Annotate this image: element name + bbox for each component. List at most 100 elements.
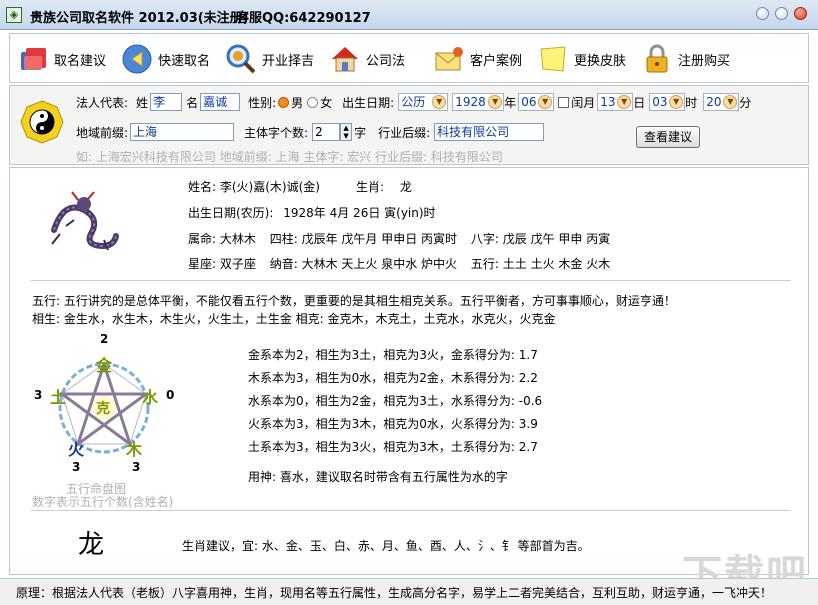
form-row-2: 地域前缀: 上海 主体字个数: 2 ▲ ▼ 字 行业后缀: 科技有限公司 <box>76 122 545 142</box>
results-panel: 姓名: 李(火)嘉(木)诚(金) 生肖: 龙 出生日期(农历): 1928年 4… <box>9 167 809 575</box>
wuxing-value: 土土 土火 木金 火木 <box>502 257 611 271</box>
calendar-value: 公历 <box>401 95 426 109</box>
form-row-1: 法人代表: 姓 李 名 嘉诚 性别: 男 女 出生日期: 公历 ▼ 1928 ▼ 年… <box>76 92 751 112</box>
toolbar-client-cases[interactable]: 客户案例 <box>434 44 522 74</box>
zodiac-advice-text: 生肖建议，宜: 水、金、玉、白、赤、月、鱼、酉、人、氵、钅 等部首为吉。 <box>182 539 590 553</box>
element-metal: 金 <box>96 356 113 375</box>
zodiac-value: 龙 <box>399 180 412 194</box>
day-select[interactable]: 13 ▼ <box>597 93 634 111</box>
profile-row-4: 星座: 双子座 纳音: 大林木 天上火 泉中水 炉中火 五行: 土土 土火 木金… <box>188 255 610 272</box>
chevron-down-icon: ▼ <box>432 95 447 109</box>
yongshen-text: 用神: 喜水，建议取名时带含有五行属性为水的字 <box>248 470 508 484</box>
element-wood: 木 <box>126 440 143 459</box>
female-radio[interactable] <box>307 96 319 108</box>
element-earth: 土 <box>50 388 67 407</box>
surname-label: 姓 <box>136 95 149 110</box>
given-name-input[interactable]: 嘉诚 <box>200 93 241 111</box>
toolbar-label: 客户案例 <box>470 53 523 69</box>
toolbar-opening-date[interactable]: 开业择吉 <box>226 44 314 74</box>
minimize-button[interactable] <box>756 7 769 20</box>
toolbar-register[interactable]: 注册购买 <box>642 44 730 74</box>
surname-input[interactable]: 李 <box>150 93 183 111</box>
calendar-select[interactable]: 公历 ▼ <box>398 93 449 111</box>
subject-count-input[interactable]: 2 <box>312 123 341 141</box>
star-sign-value: 双子座 <box>219 257 256 271</box>
leap-month-label: 闰月 <box>571 95 596 110</box>
month-select[interactable]: 06 ▼ <box>518 93 555 111</box>
divider <box>31 510 791 511</box>
maximize-button[interactable] <box>775 7 788 20</box>
folder-icon <box>18 44 48 74</box>
profile-row-3: 属命: 大林木 四柱: 戊辰年 戊午月 甲申日 丙寅时 八字: 戊辰 戊午 甲申… <box>188 230 610 247</box>
industry-input[interactable]: 科技有限公司 <box>434 123 545 141</box>
input-form: 法人代表: 姓 李 名 嘉诚 性别: 男 女 出生日期: 公历 ▼ 1928 ▼ 年… <box>9 85 809 165</box>
profile-zodiac: 生肖: 龙 <box>356 178 412 195</box>
chevron-down-icon: ▼ <box>488 95 503 109</box>
toolbar-quick-name[interactable]: 快速取名 <box>122 44 210 74</box>
element-water: 水 <box>142 388 159 407</box>
nayin-label: 纳音: <box>269 257 298 271</box>
house-icon <box>330 44 360 74</box>
zodiac-label: 生肖: <box>356 180 385 194</box>
service-qq: 客服QQ:642290127 <box>236 11 371 26</box>
score-fire: 火系本为3，相生为3木，相克为0水，火系得分为: 3.9 <box>248 417 538 431</box>
leap-month-checkbox[interactable] <box>558 96 570 108</box>
toolbar-label: 注册购买 <box>678 53 731 69</box>
day-value: 13 <box>600 95 616 109</box>
fate-label: 属命: <box>188 232 217 246</box>
chevron-down-icon: ▼ <box>617 95 632 109</box>
bazi-label: 八字: <box>470 232 499 246</box>
status-text: 原理：根据法人代表（老板）八字喜用神，生肖，现用名等五行属性，生成高分名字，易学… <box>16 586 773 600</box>
count-earth: 3 <box>34 388 43 402</box>
nayin-value: 大林木 天上火 泉中水 炉中火 <box>301 257 458 271</box>
gender-label: 性别: <box>248 95 277 110</box>
toolbar-label: 更换皮肤 <box>574 53 627 69</box>
zodiac-big-char: 龙 <box>78 530 105 560</box>
toolbar-company-law[interactable]: 公司法 <box>330 44 405 74</box>
wuxing-intro: 五行: 五行讲究的是总体平衡，不能仅看五行个数，更重要的是其相生相克关系。五行平… <box>32 294 676 308</box>
wuxing-chart: 克 金 水 木 火 土 2 0 3 3 3 <box>32 332 182 482</box>
minute-select[interactable]: 20 ▼ <box>703 93 740 111</box>
pillars-value: 戊辰年 戊午月 甲申日 丙寅时 <box>301 232 458 246</box>
chevron-down-icon: ▼ <box>723 95 738 109</box>
status-bar: 原理：根据法人代表（老板）八字喜用神，生肖，现用名等五行属性，生成高分名字，易学… <box>0 578 818 605</box>
score-water: 水系本为0，相生为2金，相克为3土，水系得分为: -0.6 <box>248 394 543 408</box>
industry-label: 行业后缀: <box>378 125 431 140</box>
taiji-logo <box>20 100 64 144</box>
close-button[interactable] <box>794 7 807 20</box>
male-radio[interactable] <box>278 96 290 108</box>
title-bar: ◈ 贵族公司取名软件 2012.03(未注册) 客服QQ:642290127 <box>0 0 818 30</box>
given-name-label: 名 <box>186 95 199 110</box>
arrow-left-icon <box>122 44 152 74</box>
app-icon: ◈ <box>6 7 22 23</box>
star-sign-label: 星座: <box>188 257 217 271</box>
female-label: 女 <box>320 95 333 110</box>
name-value: 李(火)嘉(木)诚(金) <box>219 180 320 194</box>
form-hint: 如: 上海宏兴科技有限公司 地域前缀: 上海 主体字: 宏兴 行业后缀: 科技有… <box>76 150 503 164</box>
subject-stepper[interactable]: ▲ ▼ <box>340 123 353 141</box>
year-select[interactable]: 1928 ▼ <box>452 93 505 111</box>
divider <box>31 280 791 281</box>
lunar-birth-label: 出生日期(农历): <box>188 206 274 220</box>
minute-value: 20 <box>706 95 722 109</box>
lock-icon <box>642 44 672 74</box>
score-wood: 木系本为3，相生为0水，相克为2金，木系得分为: 2.2 <box>248 371 538 385</box>
year-unit: 年 <box>504 95 517 110</box>
hour-select[interactable]: 03 ▼ <box>649 93 686 111</box>
magnifier-icon <box>226 44 256 74</box>
region-input[interactable]: 上海 <box>130 123 235 141</box>
toolbar-label: 开业择吉 <box>262 53 315 69</box>
count-water: 0 <box>166 388 175 402</box>
month-value: 06 <box>521 95 537 109</box>
wuxing-relations: 相生: 金生水，水生木，木生火，火生土，土生金 相克: 金克木，木克土，土克水，… <box>32 312 556 326</box>
element-fire: 火 <box>68 440 85 459</box>
view-advice-button[interactable]: 查看建议 <box>636 126 700 148</box>
name-label: 姓名: <box>188 180 217 194</box>
toolbar-name-advice[interactable]: 取名建议 <box>18 44 106 74</box>
hour-value: 03 <box>652 95 668 109</box>
count-fire: 3 <box>72 460 81 474</box>
pillars-label: 四柱: <box>269 232 298 246</box>
toolbar-change-skin[interactable]: 更换皮肤 <box>538 44 626 74</box>
fate-value: 大林木 <box>219 232 256 246</box>
score-earth: 土系本为3，相生为3火，相克为3木，土系得分为: 2.7 <box>248 440 538 454</box>
